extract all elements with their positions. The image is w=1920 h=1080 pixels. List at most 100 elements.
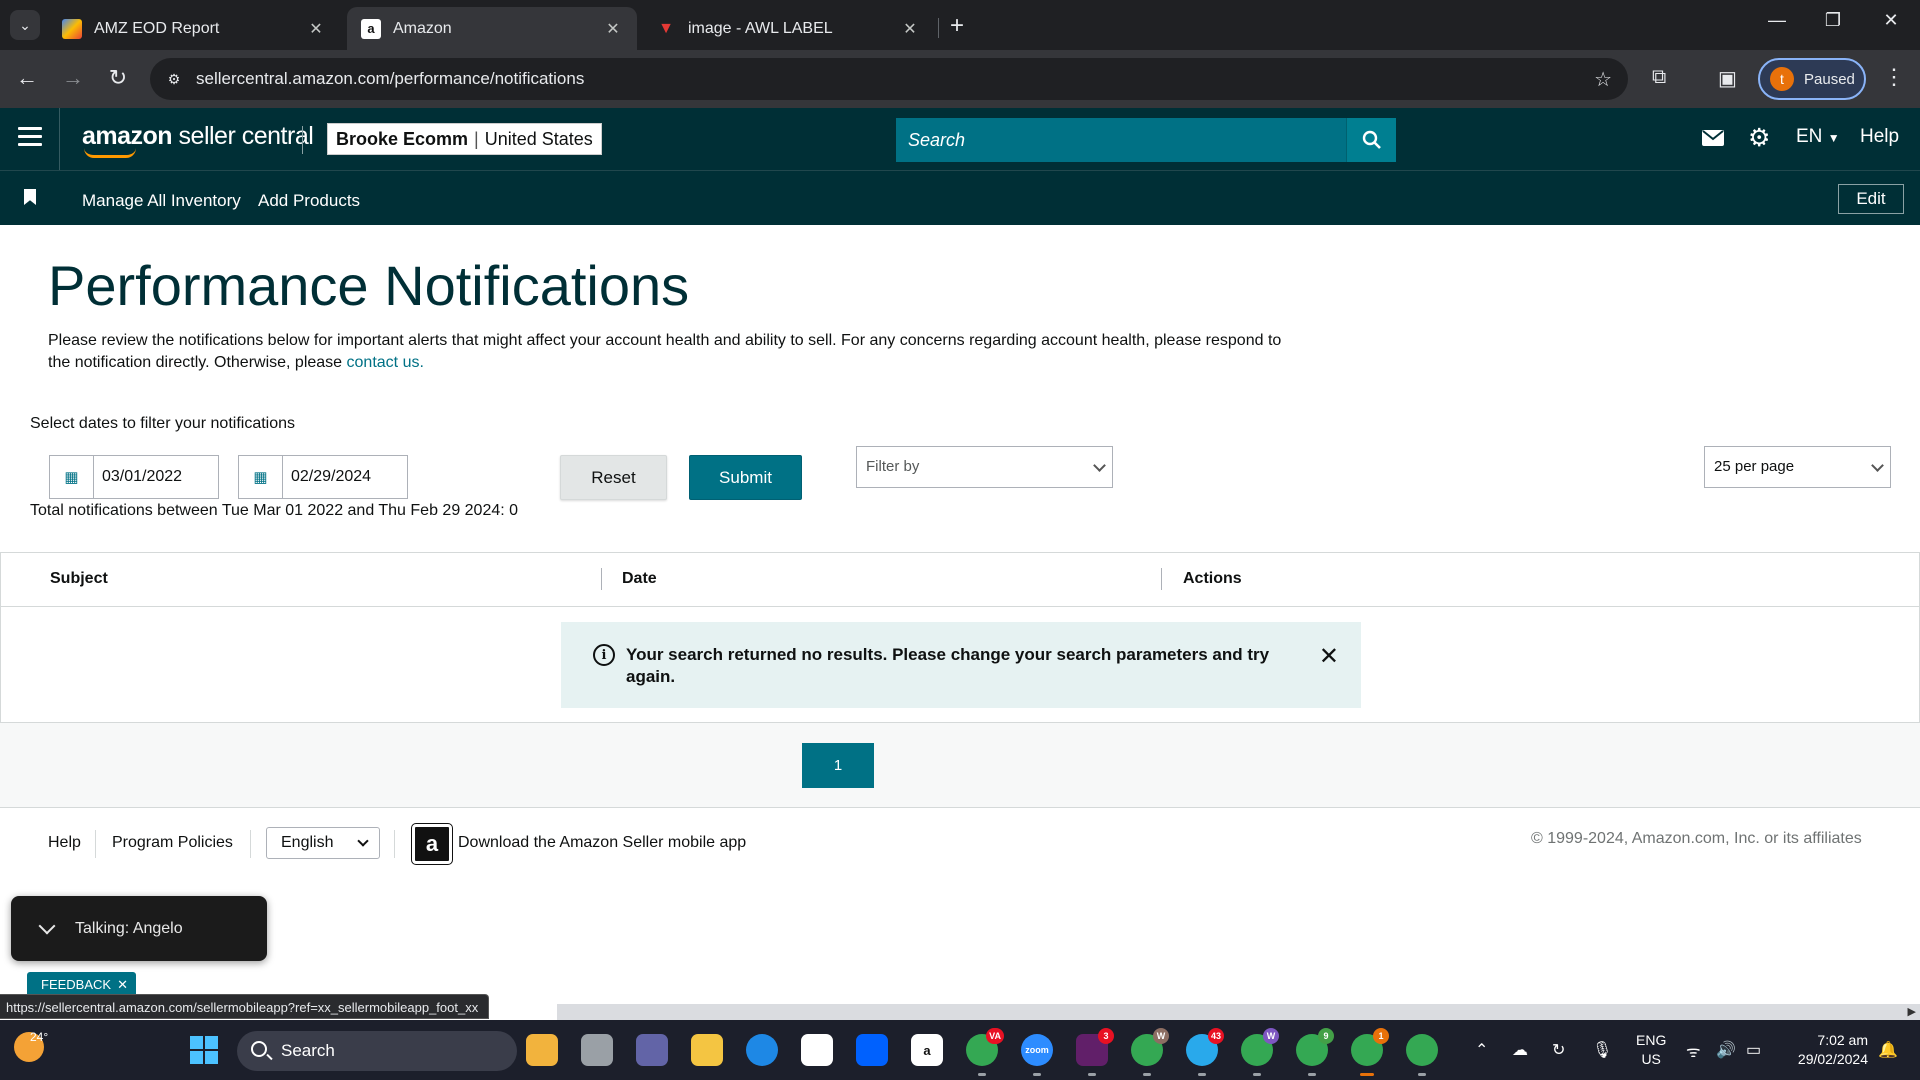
extensions-icon[interactable]: ⧉ (1652, 66, 1666, 89)
seller-app-icon[interactable]: a (411, 823, 453, 865)
close-icon[interactable]: ✕ (603, 19, 623, 39)
seller-search (896, 118, 1396, 162)
edge-icon[interactable] (746, 1034, 778, 1066)
talking-label: Talking: Angelo (75, 919, 183, 937)
chrome-9-icon[interactable]: 9 (1296, 1028, 1334, 1066)
bookmark-icon[interactable] (24, 189, 36, 205)
close-alert-icon[interactable]: ✕ (1319, 642, 1339, 671)
settings-gear-icon[interactable]: ⚙ (1748, 123, 1770, 153)
footer-language-select[interactable]: English (266, 827, 380, 859)
telegram-icon[interactable]: 43 (1186, 1028, 1224, 1066)
task-view-icon[interactable] (581, 1034, 613, 1066)
show-hidden-icons-icon[interactable]: ⌃ (1475, 1040, 1488, 1060)
new-tab-button[interactable]: + (950, 12, 964, 40)
seller-subnav: Manage All Inventory Add Products Edit (0, 170, 1920, 225)
profile-button[interactable]: t Paused (1758, 58, 1866, 100)
per-page-select[interactable]: 25 per page (1704, 446, 1891, 488)
footer-help-link[interactable]: Help (48, 834, 81, 852)
language-selector[interactable]: EN ▼ (1796, 126, 1840, 148)
calendar-icon[interactable]: ▦ (239, 456, 283, 498)
chevron-down-icon (1871, 459, 1884, 472)
help-link[interactable]: Help (1860, 126, 1899, 148)
chrome-va-icon[interactable]: VA (966, 1028, 1004, 1066)
talking-indicator[interactable]: Talking: Angelo (11, 896, 267, 961)
address-bar[interactable]: ⚙ sellercentral.amazon.com/performance/n… (150, 58, 1628, 100)
store-icon[interactable] (801, 1034, 833, 1066)
wifi-icon[interactable]: ᯤ (1686, 1040, 1701, 1062)
copilot-icon[interactable] (526, 1034, 558, 1066)
close-icon[interactable]: ✕ (117, 977, 128, 993)
add-products-link[interactable]: Add Products (258, 191, 360, 211)
edit-button[interactable]: Edit (1838, 184, 1904, 214)
notifications-bell-icon[interactable]: 🔔 (1878, 1040, 1898, 1060)
profile-avatar: t (1770, 67, 1794, 91)
profile-badge: 1 (1373, 1028, 1389, 1044)
side-panel-icon[interactable]: ▣ (1718, 66, 1737, 91)
manage-all-inventory-link[interactable]: Manage All Inventory (82, 191, 241, 211)
tab-search-button[interactable]: ⌄ (10, 10, 40, 40)
sync-icon[interactable]: ↻ (1552, 1040, 1565, 1060)
start-date-field[interactable]: ▦ 03/01/2022 (49, 455, 219, 499)
download-app-link[interactable]: Download the Amazon Seller mobile app (458, 834, 746, 852)
horizontal-scrollbar[interactable]: ▶ (557, 1004, 1920, 1020)
forward-icon[interactable]: → (58, 65, 88, 91)
calendar-icon[interactable]: ▦ (50, 456, 94, 498)
close-icon[interactable]: ✕ (900, 19, 920, 39)
chevron-down-icon[interactable] (38, 917, 56, 934)
dropbox-icon[interactable] (856, 1034, 888, 1066)
minimize-icon[interactable]: — (1762, 10, 1792, 31)
window-close-icon[interactable]: ✕ (1876, 10, 1906, 31)
end-date-field[interactable]: ▦ 02/29/2024 (238, 455, 408, 499)
menu-kebab-icon[interactable]: ⋮ (1883, 64, 1905, 90)
amazon-favicon-icon: a (361, 18, 381, 39)
onedrive-icon[interactable]: ☁ (1512, 1040, 1528, 1060)
tab-amz-eod-report[interactable]: AMZ EOD Report ✕ (48, 7, 340, 50)
tab-amazon[interactable]: a Amazon ✕ (347, 7, 637, 50)
submit-button[interactable]: Submit (689, 455, 802, 500)
taskbar-search[interactable]: Search (237, 1031, 517, 1071)
logo-amazon-text: amazon (82, 122, 173, 150)
reload-icon[interactable]: ↻ (103, 65, 133, 91)
column-date[interactable]: Date (622, 570, 657, 588)
back-icon[interactable]: ← (12, 65, 42, 91)
filter-by-select[interactable]: Filter by (856, 446, 1113, 488)
table-header: Subject Date Actions (1, 553, 1919, 607)
amazon-app-icon[interactable]: a (911, 1034, 943, 1066)
contact-us-link[interactable]: contact us. (347, 354, 424, 371)
seller-central-logo[interactable]: amazon seller central (82, 122, 314, 158)
zoom-icon[interactable]: zoom (1021, 1034, 1053, 1066)
store-switcher[interactable]: Brooke Ecomm | United States (327, 123, 602, 155)
no-results-message: Your search returned no results. Please … (626, 645, 1270, 686)
search-input[interactable] (896, 118, 1346, 162)
close-icon[interactable]: ✕ (306, 19, 326, 39)
chrome-active-icon[interactable]: 1 (1351, 1028, 1389, 1066)
microphone-icon[interactable]: 🎙 (1592, 1040, 1612, 1060)
column-subject[interactable]: Subject (50, 570, 108, 588)
battery-icon[interactable]: ▭ (1746, 1040, 1761, 1060)
volume-icon[interactable]: 🔊 (1716, 1040, 1736, 1060)
bookmark-star-icon[interactable]: ☆ (1594, 67, 1612, 92)
clock[interactable]: 7:02 am 29/02/2024 (1786, 1031, 1868, 1069)
chrome-profile-icon[interactable] (1406, 1034, 1438, 1066)
program-policies-link[interactable]: Program Policies (112, 834, 233, 852)
chrome-w2-icon[interactable]: W (1241, 1028, 1279, 1066)
no-results-alert: i Your search returned no results. Pleas… (561, 622, 1361, 708)
mail-icon[interactable] (1702, 130, 1724, 152)
scroll-right-icon[interactable]: ▶ (1908, 1005, 1916, 1018)
start-date-value: 03/01/2022 (102, 468, 183, 485)
intro-body: Please review the notifications below fo… (48, 332, 1282, 371)
input-language[interactable]: ENG US (1636, 1031, 1666, 1069)
teams-icon[interactable] (636, 1034, 668, 1066)
hamburger-menu-icon[interactable] (18, 127, 42, 151)
page-1-button[interactable]: 1 (802, 743, 874, 788)
tab-awl-label[interactable]: ▼ image - AWL LABEL ✕ (642, 7, 934, 50)
search-button[interactable] (1346, 118, 1396, 162)
file-explorer-icon[interactable] (691, 1034, 723, 1066)
restore-icon[interactable]: ❐ (1818, 10, 1848, 31)
site-info-icon[interactable]: ⚙ (162, 67, 186, 91)
reset-button[interactable]: Reset (560, 455, 667, 500)
slack-icon[interactable]: 3 (1076, 1028, 1114, 1066)
start-button[interactable] (190, 1036, 218, 1064)
chrome-w-icon[interactable]: W (1131, 1028, 1169, 1066)
url-text[interactable]: sellercentral.amazon.com/performance/not… (196, 69, 584, 89)
